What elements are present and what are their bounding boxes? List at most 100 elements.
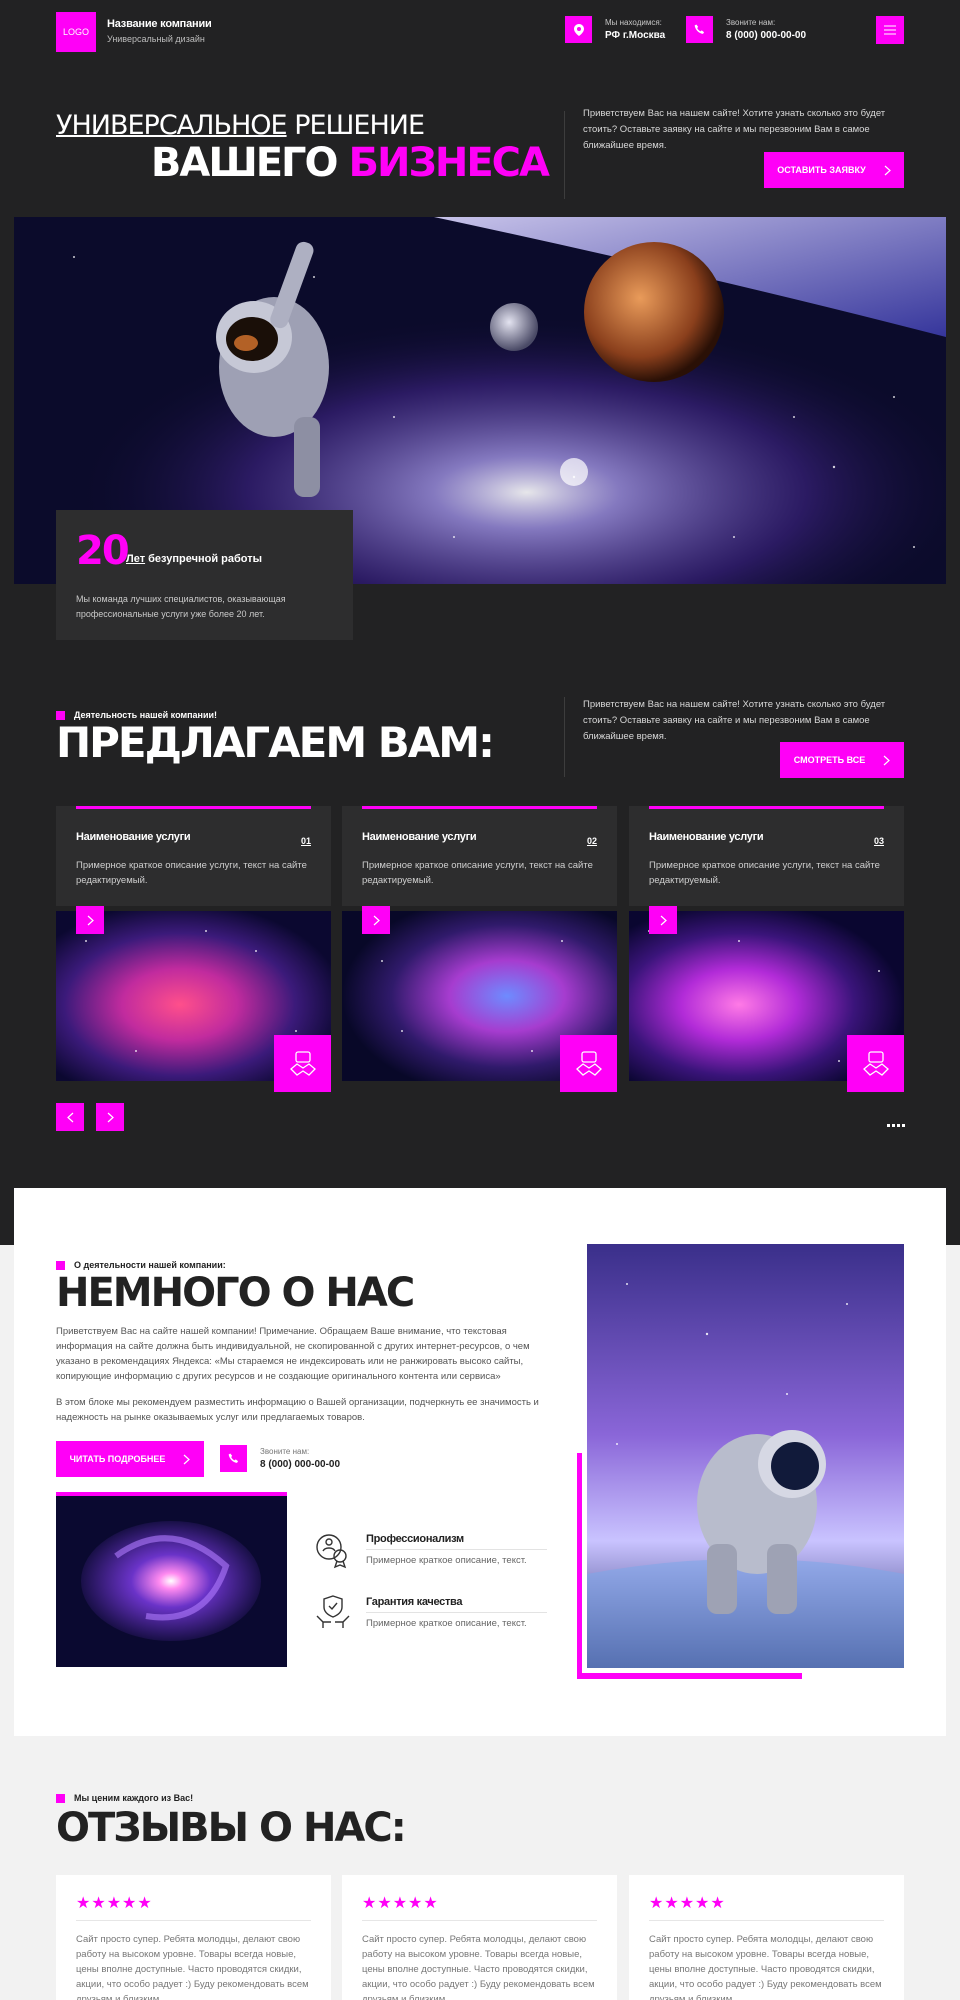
rating-stars-icon: ★★★★★ <box>649 1893 726 1912</box>
rating-stars-icon: ★★★★★ <box>76 1893 153 1912</box>
service-open-button[interactable] <box>76 906 104 934</box>
feature-description: Примерное краткое описание, текст. <box>366 1555 527 1566</box>
square-bullet-icon <box>56 1793 65 1803</box>
location-pin-icon <box>565 16 592 43</box>
logo[interactable]: LOGO <box>56 12 96 52</box>
accent-bar <box>362 806 597 809</box>
handshake-icon <box>274 1035 331 1092</box>
slider-next-button[interactable] <box>96 1103 124 1131</box>
hero-title-line-2: ВАШЕГО БИЗНЕСА <box>150 140 550 186</box>
feature-title: Гарантия качества <box>366 1596 463 1608</box>
request-button[interactable]: ОСТАВИТЬ ЗАЯВКУ <box>764 152 904 188</box>
view-all-button-label: СМОТРЕТЬ ВСЕ <box>793 755 866 765</box>
experience-number: 20 <box>76 528 130 574</box>
hero-title-underlined: УНИВЕРСАЛЬНОЕ <box>56 110 288 141</box>
accent-frame <box>577 1673 802 1679</box>
hero-intro: Приветствуем Вас на нашем сайте! Хотите … <box>583 108 886 151</box>
service-number: 02 <box>586 836 597 846</box>
service-number: 01 <box>300 836 311 846</box>
chevron-right-icon <box>184 1454 191 1464</box>
experience-caption-underlined: Лет <box>126 553 146 565</box>
service-description: Примерное краткое описание услуги, текст… <box>362 860 593 886</box>
rating-stars-icon: ★★★★★ <box>362 1893 439 1912</box>
phone-label: Звоните нам: <box>260 1447 310 1456</box>
reviews-kicker: Мы ценим каждого из Вас! <box>56 1793 193 1803</box>
experience-caption: Лет безупречной работы <box>126 553 262 565</box>
service-card[interactable]: Наименование услуги 01 Примерное краткое… <box>56 806 331 1092</box>
company-name: Название компании <box>107 18 212 30</box>
slider-dots-icon[interactable] <box>887 1124 905 1127</box>
hero-title-accent: БИЗНЕСА <box>348 140 550 186</box>
handshake-icon <box>560 1035 617 1092</box>
phone-value[interactable]: 8 (000) 000-00-00 <box>726 30 806 41</box>
service-title: Наименование услуги <box>76 831 191 843</box>
divider <box>366 1549 547 1550</box>
accent-bar <box>649 806 884 809</box>
service-open-button[interactable] <box>362 906 390 934</box>
company-tagline: Универсальный дизайн <box>107 34 205 44</box>
phone-label: Звоните нам: <box>726 18 776 27</box>
service-description: Примерное краткое описание услуги, текст… <box>76 860 307 886</box>
shield-hands-icon <box>316 1595 350 1628</box>
chevron-right-icon <box>660 915 667 925</box>
phone-block: Звоните нам: 8 (000) 000-00-00 <box>686 16 816 44</box>
service-description: Примерное краткое описание услуги, текст… <box>649 860 880 886</box>
divider <box>76 1920 311 1921</box>
phone-icon[interactable] <box>220 1445 247 1472</box>
hero-title-white: ВАШЕГО <box>150 140 339 186</box>
review-card: ★★★★★ Сайт просто супер. Ребята молодцы,… <box>56 1875 331 2000</box>
divider <box>649 1920 884 1921</box>
menu-icon <box>884 25 896 35</box>
feature-description: Примерное краткое описание, текст. <box>366 1618 527 1629</box>
service-number: 03 <box>873 836 884 846</box>
service-card-header <box>56 806 331 906</box>
feature-item: Профессионализм Примерное краткое описан… <box>313 1529 547 1569</box>
service-open-button[interactable] <box>649 906 677 934</box>
menu-button[interactable] <box>876 16 904 44</box>
phone-value[interactable]: 8 (000) 000-00-00 <box>260 1459 340 1470</box>
reviews-heading: ОТЗЫВЫ О НАС: <box>56 1805 407 1851</box>
accent-frame <box>577 1453 582 1679</box>
service-title: Наименование услуги <box>362 831 477 843</box>
galaxy-image <box>56 1492 287 1667</box>
about-phone-block: Звоните нам: 8 (000) 000-00-00 <box>220 1445 370 1473</box>
about-paragraph: Приветствуем Вас на сайте нашей компании… <box>56 1326 530 1382</box>
chevron-right-icon <box>883 755 891 765</box>
chevron-right-icon <box>373 915 380 925</box>
divider <box>564 697 565 777</box>
about-heading: НЕМНОГО О НАС <box>56 1270 415 1316</box>
review-text: Сайт просто супер. Ребята молодцы, делаю… <box>649 1934 882 2000</box>
chevron-right-icon <box>884 165 891 175</box>
service-card[interactable]: Наименование услуги 02 Примерное краткое… <box>342 806 617 1092</box>
services-intro: Приветствуем Вас на нашем сайте! Хотите … <box>583 699 886 742</box>
service-card-header <box>629 806 904 906</box>
read-more-button[interactable]: ЧИТАТЬ ПОДРОБНЕЕ <box>56 1441 204 1477</box>
brand: Название компании Универсальный дизайн <box>107 18 212 44</box>
about-paragraph: В этом блоке мы рекомендуем разместить и… <box>56 1397 539 1423</box>
service-title: Наименование услуги <box>649 831 764 843</box>
service-card[interactable]: Наименование услуги 03 Примерное краткое… <box>629 806 904 1092</box>
request-button-label: ОСТАВИТЬ ЗАЯВКУ <box>777 165 866 175</box>
about-kicker: О деятельности нашей компании: <box>56 1260 226 1270</box>
location-label: Мы находимся: <box>605 18 662 27</box>
square-bullet-icon <box>56 1260 65 1270</box>
slider-prev-button[interactable] <box>56 1103 84 1131</box>
review-card: ★★★★★ Сайт просто супер. Ребята молодцы,… <box>342 1875 617 2000</box>
about-kicker-text: О деятельности нашей компании: <box>74 1260 226 1270</box>
view-all-button[interactable]: СМОТРЕТЬ ВСЕ <box>780 742 904 778</box>
experience-caption-rest: безупречной работы <box>148 553 262 565</box>
location-block: Мы находимся: РФ г.Москва <box>565 16 675 44</box>
review-text: Сайт просто супер. Ребята молодцы, делаю… <box>362 1934 595 2000</box>
divider <box>362 1920 597 1921</box>
experience-description: Мы команда лучших специалистов, оказываю… <box>76 594 286 619</box>
accent-bar <box>76 806 311 809</box>
location-value: РФ г.Москва <box>605 30 666 41</box>
hero-title-line-1: УНИВЕРСАЛЬНОЕ РЕШЕНИЕ <box>56 110 425 141</box>
divider <box>564 111 565 199</box>
chevron-left-icon <box>66 1112 73 1122</box>
chevron-right-icon <box>107 1112 114 1122</box>
read-more-button-label: ЧИТАТЬ ПОДРОБНЕЕ <box>69 1454 166 1464</box>
phone-icon[interactable] <box>686 16 713 43</box>
service-card-header <box>342 806 617 906</box>
hero-title-rest: РЕШЕНИЕ <box>294 110 425 141</box>
